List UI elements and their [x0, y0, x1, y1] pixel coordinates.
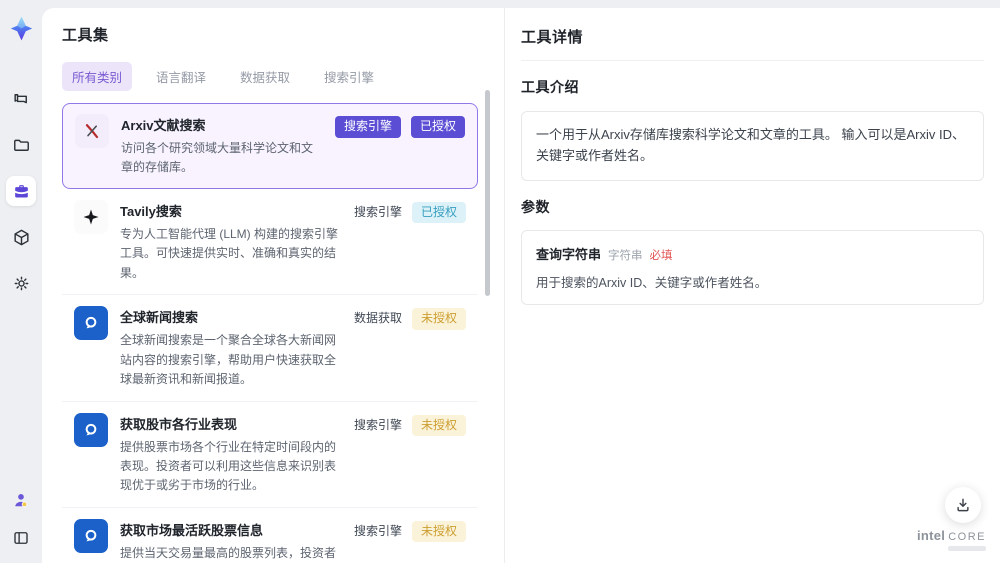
- tool-item-arxiv[interactable]: Arxiv文献搜索 访问各个研究领域大量科学论文和文章的存储库。 搜索引擎 已授…: [62, 103, 478, 189]
- tool-list-panel: 工具集 所有类别 语言翻译 数据获取 搜索引擎 Arxiv文献搜索 访问各个研究…: [42, 8, 504, 563]
- tool-intro-text: 一个用于从Arxiv存储库搜索科学论文和文章的工具。 输入可以是Arxiv ID…: [521, 111, 984, 181]
- cube-icon[interactable]: [6, 222, 36, 252]
- download-button[interactable]: [945, 487, 981, 523]
- news-search-icon: [74, 306, 108, 341]
- tool-description: 访问各个研究领域大量科学论文和文章的存储库。: [121, 141, 314, 175]
- parameter-card: 查询字符串 字符串 必填 用于搜索的Arxiv ID、关键字或作者姓名。: [521, 229, 984, 305]
- chat-icon[interactable]: [6, 84, 36, 114]
- tool-name: Tavily搜索: [120, 203, 182, 219]
- arxiv-logo-icon: [75, 114, 109, 148]
- core-wordmark: CORE: [948, 531, 986, 543]
- tool-name: Arxiv文献搜索: [121, 118, 206, 133]
- tool-description: 全球新闻搜索是一个聚合全球各大新闻网站内容的搜索引擎，帮助用户快速获取全球最新资…: [120, 333, 337, 387]
- tab-data-acquisition[interactable]: 数据获取: [230, 62, 300, 91]
- tool-name: 全球新闻搜索: [120, 310, 199, 326]
- details-title: 工具详情: [521, 26, 984, 61]
- tool-item-tavily[interactable]: Tavily搜索 专为人工智能代理 (LLM) 构建的搜索引擎工具。可快速提供实…: [62, 188, 478, 296]
- brand-sub-badge: [948, 546, 986, 551]
- download-icon: [957, 498, 969, 512]
- panel-toggle-icon[interactable]: [6, 523, 36, 553]
- intel-wordmark: intel: [916, 528, 946, 543]
- active-stocks-icon: [74, 518, 108, 553]
- parameter-name: 查询字符串: [536, 246, 602, 262]
- tool-item-global-news[interactable]: 全球新闻搜索 全球新闻搜索是一个聚合全球各大新闻网站内容的搜索引擎，帮助用户快速…: [62, 295, 478, 402]
- auth-status-badge: 已授权: [411, 201, 466, 224]
- tab-search-engine[interactable]: 搜索引擎: [314, 62, 384, 91]
- main-panel: 工具集 所有类别 语言翻译 数据获取 搜索引擎 Arxiv文献搜索 访问各个研究…: [42, 8, 1000, 563]
- user-icon[interactable]: [6, 485, 36, 515]
- tool-name: 获取市场最活跃股票信息: [120, 522, 264, 538]
- folder-icon[interactable]: [6, 130, 36, 160]
- app-logo-icon[interactable]: [7, 14, 35, 42]
- tool-details-panel: 工具详情 工具介绍 一个用于从Arxiv存储库搜索科学论文和文章的工具。 输入可…: [505, 8, 1000, 563]
- list-scrollbar[interactable]: [485, 90, 490, 296]
- intel-core-logo: intel CORE: [917, 528, 986, 551]
- auth-status-badge: 未授权: [411, 308, 466, 330]
- tool-description: 专为人工智能代理 (LLM) 构建的搜索引擎工具。可快速提供实时、准确和真实的结…: [120, 226, 339, 280]
- category-badge: 搜索引擎: [353, 417, 402, 432]
- gear-icon[interactable]: [6, 268, 36, 298]
- category-badge: 搜索引擎: [353, 204, 402, 219]
- tool-description: 提供当天交易量最高的股票列表，投资者可以利用这些信息来识别流动性强的股票和潜在的…: [120, 545, 337, 560]
- tool-item-stock-sector[interactable]: 获取股市各行业表现 提供股票市场各个行业在特定时间段内的表现。投资者可以利用这些…: [62, 401, 478, 508]
- category-badge: 数据获取: [353, 311, 402, 326]
- app-sidebar: [0, 0, 42, 563]
- tab-translation[interactable]: 语言翻译: [146, 62, 216, 91]
- tool-list: Arxiv文献搜索 访问各个研究领域大量科学论文和文章的存储库。 搜索引擎 已授…: [62, 103, 478, 563]
- page-title: 工具集: [62, 27, 109, 44]
- category-badge: 搜索引擎: [353, 523, 402, 538]
- auth-status-badge: 已授权: [410, 116, 465, 138]
- tab-all-categories[interactable]: 所有类别: [62, 62, 133, 91]
- briefcase-icon[interactable]: [6, 176, 36, 206]
- category-tabs: 所有类别 语言翻译 数据获取 搜索引擎: [62, 62, 478, 91]
- tool-description: 提供股票市场各个行业在特定时间段内的表现。投资者可以利用这些信息来识别表现优于或…: [120, 439, 337, 493]
- tool-item-active-stocks[interactable]: 获取市场最活跃股票信息 提供当天交易量最高的股票列表，投资者可以利用这些信息来识…: [62, 507, 478, 563]
- tool-name: 获取股市各行业表现: [120, 416, 238, 432]
- intro-section-title: 工具介绍: [521, 79, 579, 95]
- category-badge: 搜索引擎: [334, 116, 401, 138]
- auth-status-badge: 未授权: [411, 520, 466, 543]
- auth-status-badge: 未授权: [411, 414, 466, 437]
- params-section-title: 参数: [521, 198, 550, 215]
- parameter-required-flag: 必填: [649, 249, 673, 262]
- tavily-star-icon: [74, 199, 108, 234]
- sidebar-nav: [6, 84, 36, 298]
- parameter-description: 用于搜索的Arxiv ID、关键字或作者姓名。: [536, 275, 768, 290]
- parameter-type: 字符串: [608, 249, 643, 262]
- stock-sector-icon: [74, 412, 108, 447]
